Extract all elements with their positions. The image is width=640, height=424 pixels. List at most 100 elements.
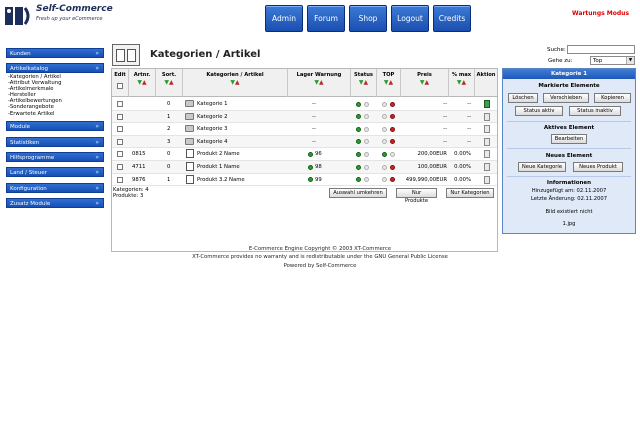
top-on-icon[interactable] <box>382 177 387 183</box>
row-checkbox[interactable] <box>117 176 123 183</box>
row-name[interactable]: Kategorie 2 <box>197 111 287 123</box>
status-off-icon[interactable] <box>364 114 369 120</box>
selected-arrow-icon[interactable] <box>484 100 490 108</box>
edit-pencil-icon[interactable] <box>484 125 490 134</box>
table-row[interactable]: 2 Kategorie 3 -- -- -- <box>112 123 497 136</box>
only-categories-button[interactable]: Nur Kategorien <box>446 188 494 198</box>
sort-arrows-icon[interactable]: ▼▲ <box>377 80 400 86</box>
status-on-icon[interactable] <box>356 151 361 157</box>
top-on-icon[interactable] <box>382 164 387 170</box>
sort-arrows-icon[interactable]: ▼▲ <box>288 80 350 86</box>
row-checkbox[interactable] <box>117 113 123 120</box>
move-button[interactable]: Verschieben <box>543 93 589 103</box>
status-off-icon[interactable] <box>364 101 369 107</box>
select-all-checkbox[interactable] <box>117 83 123 89</box>
table-row[interactable]: 4711 0 Produkt 1 Name 98 100,00EUR 0.00% <box>112 161 497 174</box>
top-on-icon[interactable] <box>382 101 387 107</box>
nav-admin-button[interactable]: Admin <box>265 5 303 32</box>
top-off-icon[interactable] <box>390 177 395 183</box>
sidebar-section-statistiken[interactable]: Statistiken <box>6 137 104 148</box>
sort-arrows-icon[interactable]: ▼▲ <box>351 80 376 86</box>
status-off-icon[interactable] <box>364 126 369 132</box>
top-off-icon[interactable] <box>390 126 395 132</box>
chevron-down-icon: ▼ <box>626 57 634 64</box>
copy-button[interactable]: Kopieren <box>594 93 631 103</box>
top-off-icon[interactable] <box>390 164 395 170</box>
sidebar-section-kunden[interactable]: Kunden <box>6 48 104 59</box>
nav-shop-button[interactable]: Shop <box>349 5 387 32</box>
top-off-icon[interactable] <box>390 114 395 120</box>
col-top: TOP ▼▲ <box>377 69 401 97</box>
sort-arrows-icon[interactable]: ▼▲ <box>401 80 448 86</box>
row-name[interactable]: Kategorie 1 <box>197 98 287 110</box>
row-artnr <box>132 123 154 135</box>
sidebar-section-module[interactable]: Module <box>6 121 104 132</box>
row-name[interactable]: Produkt 2 Name <box>197 148 287 160</box>
table-row[interactable]: 1 Kategorie 2 -- -- -- <box>112 110 497 124</box>
row-name[interactable]: Kategorie 3 <box>197 123 287 135</box>
sidebar-link-erwartete[interactable]: -Erwartete Artikel <box>8 111 104 117</box>
sidebar-section-hilfsprogramme[interactable]: Hilfsprogramme <box>6 152 104 163</box>
edit-button[interactable]: Bearbeiten <box>551 134 587 144</box>
status-off-icon[interactable] <box>364 151 369 157</box>
goto-select[interactable]: Top ▼ <box>590 56 635 65</box>
top-off-icon[interactable] <box>390 139 395 145</box>
status-inactive-button[interactable]: Status inaktiv <box>569 106 621 116</box>
sidebar-section-land-steuer[interactable]: Land / Steuer <box>6 167 104 178</box>
table-row[interactable]: 3 Kategorie 4 -- -- -- <box>112 135 497 149</box>
edit-pencil-icon[interactable] <box>484 150 490 159</box>
edit-pencil-icon[interactable] <box>484 175 490 184</box>
status-on-icon[interactable] <box>356 114 361 120</box>
row-checkbox[interactable] <box>117 164 123 170</box>
table-row[interactable]: 0815 0 Produkt 2 Name 96 200,00EUR 0.00% <box>112 148 497 161</box>
table-row[interactable]: 0 Kategorie 1 -- -- -- <box>112 98 497 111</box>
nav-credits-button[interactable]: Credits <box>433 5 471 32</box>
row-name[interactable]: Produkt 3.2 Name <box>197 174 287 186</box>
row-name[interactable]: Kategorie 4 <box>197 136 287 148</box>
nav-logout-button[interactable]: Logout <box>391 5 429 32</box>
row-checkbox[interactable] <box>117 126 123 133</box>
invert-selection-button[interactable]: Auswahl umkehren <box>329 188 387 198</box>
new-category-button[interactable]: Neue Kategorie <box>518 162 566 172</box>
sort-arrows-icon[interactable]: ▼▲ <box>183 80 287 86</box>
status-off-icon[interactable] <box>364 177 369 183</box>
only-products-button[interactable]: Nur Produkte <box>396 188 437 204</box>
table-row[interactable]: 9876 1 Produkt 3.2 Name 99 499,990,00EUR 0.00… <box>112 174 497 187</box>
row-checkbox[interactable] <box>117 151 123 158</box>
row-name[interactable]: Produkt 1 Name <box>197 161 287 173</box>
sidebar-links: -Kategorien / Artikel -Attribut Verwaltu… <box>8 74 104 117</box>
sidebar-section-konfiguration[interactable]: Konfiguration <box>6 183 104 194</box>
nav-forum-button[interactable]: Forum <box>307 5 345 32</box>
sort-arrows-icon[interactable]: ▼▲ <box>156 80 182 86</box>
sort-arrows-icon[interactable]: ▼▲ <box>129 80 155 86</box>
new-product-button[interactable]: Neues Produkt <box>573 162 623 172</box>
status-off-icon[interactable] <box>364 164 369 170</box>
status-on-icon[interactable] <box>356 164 361 170</box>
top-on-icon[interactable] <box>382 151 387 157</box>
row-checkbox[interactable] <box>117 101 123 107</box>
top-on-icon[interactable] <box>382 114 387 120</box>
status-on-icon[interactable] <box>356 139 361 145</box>
status-on-icon[interactable] <box>356 177 361 183</box>
edit-pencil-icon[interactable] <box>484 112 490 121</box>
sort-arrows-icon[interactable]: ▼▲ <box>449 80 474 86</box>
top-off-icon[interactable] <box>390 151 395 157</box>
edit-pencil-icon[interactable] <box>484 163 490 171</box>
row-checkbox[interactable] <box>117 138 123 145</box>
status-on-icon[interactable] <box>356 126 361 132</box>
search-input[interactable] <box>567 45 635 54</box>
status-off-icon[interactable] <box>364 139 369 145</box>
delete-button[interactable]: Löschen <box>508 93 538 103</box>
sidebar-section-zusatz-module[interactable]: Zusatz Module <box>6 198 104 209</box>
top-on-icon[interactable] <box>382 126 387 132</box>
status-active-button[interactable]: Status aktiv <box>515 106 563 116</box>
logo-subtitle: Fresh up your eCommerce <box>36 16 103 22</box>
top-on-icon[interactable] <box>382 139 387 145</box>
goto-select-value: Top <box>593 58 603 64</box>
row-sort: 0 <box>167 101 171 107</box>
sidebar-section-artikelkatalog[interactable]: Artikelkatalog <box>6 63 104 74</box>
status-on-icon[interactable] <box>356 101 361 107</box>
top-off-icon[interactable] <box>390 101 395 107</box>
col-sort: Sort. ▼▲ <box>156 69 183 97</box>
edit-pencil-icon[interactable] <box>484 137 490 146</box>
